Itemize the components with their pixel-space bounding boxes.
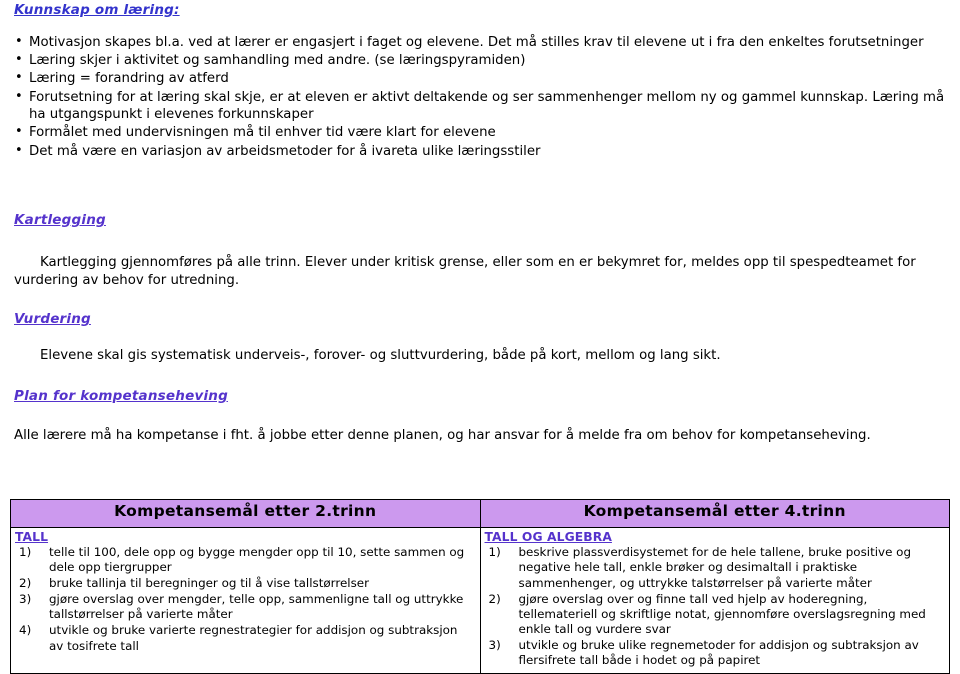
section-paragraph-kartlegging: Kartlegging gjennomføres på alle trinn. … [14,255,916,288]
table-cell-2-trinn: TALL 1) telle til 100, dele opp og bygge… [10,526,481,674]
competence-goal-list-2-trinn: 1) telle til 100, dele opp og bygge meng… [15,545,476,654]
list-item-number: 3) [19,592,32,607]
list-item: Det må være en variasjon av arbeidsmetod… [0,142,955,161]
list-item: 3) utvikle og bruke ulike regnemetoder f… [485,638,946,669]
table-row: TALL 1) telle til 100, dele opp og bygge… [10,526,950,674]
list-item-number: 2) [488,591,501,606]
list-item-number: 2) [19,576,32,591]
list-item-number: 1) [19,545,32,559]
competence-goal-list-4-trinn: 1) beskrive plassverdisystemet for de he… [485,545,946,669]
kompetansemaal-table: Kompetansemål etter 2.trinn Kompetansemå… [10,499,950,674]
section-heading-plan-for-kompetanseheving: Plan for kompetanseheving [14,388,228,404]
list-item: 1) telle til 100, dele opp og bygge meng… [15,545,476,576]
list-item: Motivasjon skapes bl.a. ved at lærer er … [0,33,955,52]
list-item-number: 3) [488,638,501,653]
list-item-text: bruke tallinja til beregninger og til å … [49,576,369,591]
list-item: 1) beskrive plassverdisystemet for de he… [485,545,946,591]
document-page: Kunnskap om læring: Motivasjon skapes bl… [0,0,960,674]
table-header-cell-2-trinn: Kompetansemål etter 2.trinn [10,499,481,528]
list-item: 2) gjøre overslag over og finne tall ved… [485,592,946,638]
list-item-number: 1) [488,545,501,559]
list-item-text: telle til 100, dele opp og bygge mengder… [49,545,465,575]
list-item-text: gjøre overslag over mengder, telle opp, … [49,592,464,622]
list-item: Læring skjer i aktivitet og samhandling … [0,51,955,70]
list-item-number: 4) [19,623,32,638]
list-item-text: beskrive plassverdisystemet for de hele … [518,545,912,590]
list-item-text: utvikle og bruke ulike regnemetoder for … [518,638,919,668]
section-heading-kunnskap-om-laering: Kunnskap om læring: [14,2,180,18]
list-item: 3) gjøre overslag over mengder, telle op… [15,592,476,623]
cell-section-title-tall: TALL [15,530,49,544]
list-item: Læring = forandring av atferd [0,69,955,88]
table-header-cell-4-trinn: Kompetansemål etter 4.trinn [479,499,950,528]
list-item: 4) utvikle og bruke varierte regnestrate… [15,623,476,654]
table-header-row: Kompetansemål etter 2.trinn Kompetansemå… [10,499,950,528]
section-paragraph-vurdering: Elevene skal gis systematisk underveis-,… [40,348,721,363]
section-heading-vurdering: Vurdering [14,311,91,327]
cell-section-title-tall-og-algebra: TALL OG ALGEBRA [484,530,612,544]
kunnskap-bullet-list: Motivasjon skapes bl.a. ved at lærer er … [0,33,955,161]
list-item-text: utvikle og bruke varierte regnestrategie… [49,623,458,653]
table-cell-4-trinn: TALL OG ALGEBRA 1) beskrive plassverdisy… [479,526,950,674]
section-heading-kartlegging: Kartlegging [14,212,106,228]
list-item: Formålet med undervisningen må til enhve… [0,123,955,142]
list-item: 2) bruke tallinja til beregninger og til… [15,576,476,591]
section-paragraph-plan-for-kompetanseheving: Alle lærere må ha kompetanse i fht. å jo… [14,428,871,443]
list-item: Forutsetning for at læring skal skje, er… [0,88,955,124]
list-item-text: gjøre overslag over og finne tall ved hj… [518,591,926,637]
